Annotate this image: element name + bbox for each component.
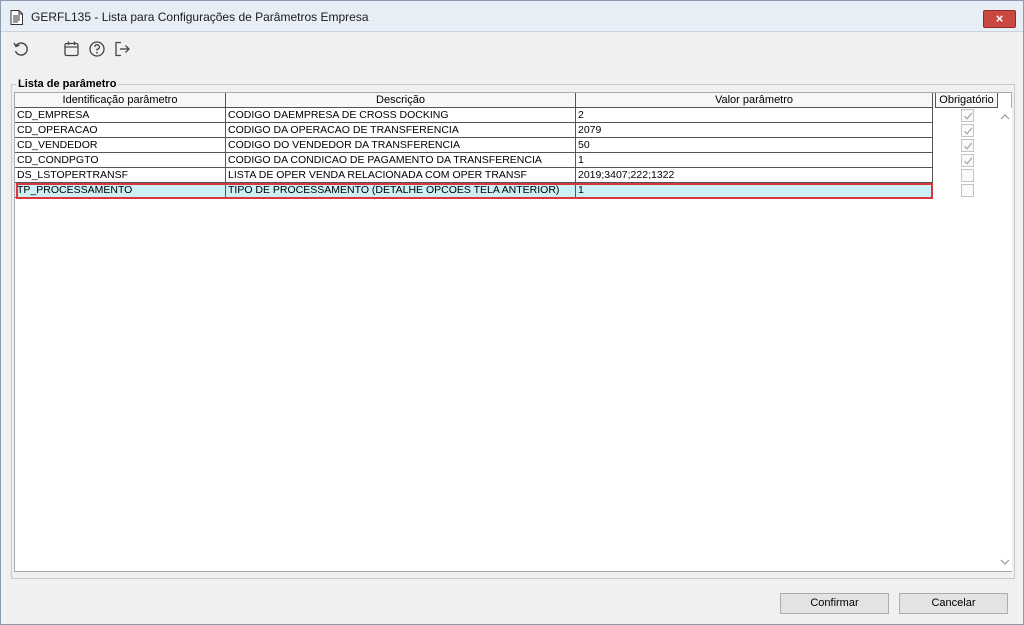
column-header-value[interactable]: Valor parâmetro (576, 93, 933, 108)
required-checkbox[interactable] (961, 109, 974, 122)
check-icon (964, 127, 973, 135)
required-checkbox[interactable] (961, 154, 974, 167)
cell-id[interactable]: DS_LSTOPERTRANSF (15, 168, 226, 183)
close-button[interactable]: × (983, 10, 1016, 28)
title-bar: GERFL135 - Lista para Configurações de P… (1, 1, 1023, 32)
table-row[interactable]: CD_EMPRESA CODIGO DAEMPRESA DE CROSS DOCK… (15, 108, 935, 123)
table-row[interactable]: DS_LSTOPERTRANSF LISTA DE OPER VENDA RELA… (15, 168, 935, 183)
cell-description[interactable]: CODIGO DO VENDEDOR DA TRANSFERENCIA (226, 138, 576, 153)
required-checkbox[interactable] (961, 169, 974, 182)
confirm-button[interactable]: Confirmar (780, 593, 889, 614)
refresh-button[interactable] (11, 39, 31, 59)
cell-description[interactable]: LISTA DE OPER VENDA RELACIONADA COM OPER… (226, 168, 576, 183)
check-icon (964, 142, 973, 150)
check-icon (964, 112, 973, 120)
column-header-id[interactable]: Identificação parâmetro (15, 93, 226, 108)
grid-header: Identificação parâmetro Descrição Valor … (15, 93, 998, 108)
group-legend: Lista de parâmetro (16, 78, 119, 90)
cell-value[interactable]: 1 (576, 153, 933, 168)
document-icon (10, 10, 23, 25)
cell-description[interactable]: CODIGO DA CONDICAO DE PAGAMENTO DA TRANS… (226, 153, 576, 168)
calendar-button[interactable] (62, 39, 82, 59)
cell-id[interactable]: TP_PROCESSAMENTO (15, 183, 226, 198)
exit-button[interactable] (112, 39, 132, 59)
toolbar (1, 33, 1023, 65)
required-checkbox[interactable] (961, 124, 974, 137)
required-checkbox[interactable] (961, 184, 974, 197)
cell-description[interactable]: TIPO DE PROCESSAMENTO (DETALHE OPCOES TE… (226, 183, 576, 198)
cell-id[interactable]: CD_VENDEDOR (15, 138, 226, 153)
column-header-description[interactable]: Descrição (226, 93, 576, 108)
cell-value[interactable]: 1 (576, 183, 933, 198)
scroll-up-icon[interactable] (1000, 112, 1010, 122)
help-icon (89, 41, 105, 57)
help-button[interactable] (87, 39, 107, 59)
cell-description[interactable]: CODIGO DA OPERACAO DE TRANSFERENCIA (226, 123, 576, 138)
vertical-scrollbar[interactable] (998, 108, 1012, 571)
exit-icon (115, 41, 130, 57)
cell-id[interactable]: CD_EMPRESA (15, 108, 226, 123)
cell-value[interactable]: 2079 (576, 123, 933, 138)
scroll-down-icon[interactable] (1000, 557, 1010, 567)
required-checkbox[interactable] (961, 139, 974, 152)
cell-value[interactable]: 50 (576, 138, 933, 153)
cell-id[interactable]: CD_OPERACAO (15, 123, 226, 138)
cell-value[interactable]: 2 (576, 108, 933, 123)
cancel-button[interactable]: Cancelar (899, 593, 1008, 614)
table-row[interactable]: CD_CONDPGTO CODIGO DA CONDICAO DE PAGAMEN… (15, 153, 935, 168)
window-title: GERFL135 - Lista para Configurações de P… (31, 10, 369, 24)
cell-description[interactable]: CODIGO DAEMPRESA DE CROSS DOCKING (226, 108, 576, 123)
refresh-icon (13, 42, 28, 56)
table-row[interactable]: TP_PROCESSAMENTO TIPO DE PROCESSAMENTO (D… (15, 183, 935, 198)
check-icon (964, 157, 973, 165)
close-icon: × (995, 11, 1004, 26)
cell-id[interactable]: CD_CONDPGTO (15, 153, 226, 168)
calendar-icon (64, 41, 79, 57)
main-window: GERFL135 - Lista para Configurações de P… (0, 0, 1024, 625)
table-row[interactable]: CD_OPERACAO CODIGO DA OPERACAO DE TRANSFE… (15, 123, 935, 138)
column-header-required[interactable]: Obrigatório (935, 93, 998, 108)
parameter-grid: Identificação parâmetro Descrição Valor … (14, 92, 1012, 572)
cell-value[interactable]: 2019;3407;222;1322 (576, 168, 933, 183)
table-row[interactable]: CD_VENDEDOR CODIGO DO VENDEDOR DA TRANSFE… (15, 138, 935, 153)
